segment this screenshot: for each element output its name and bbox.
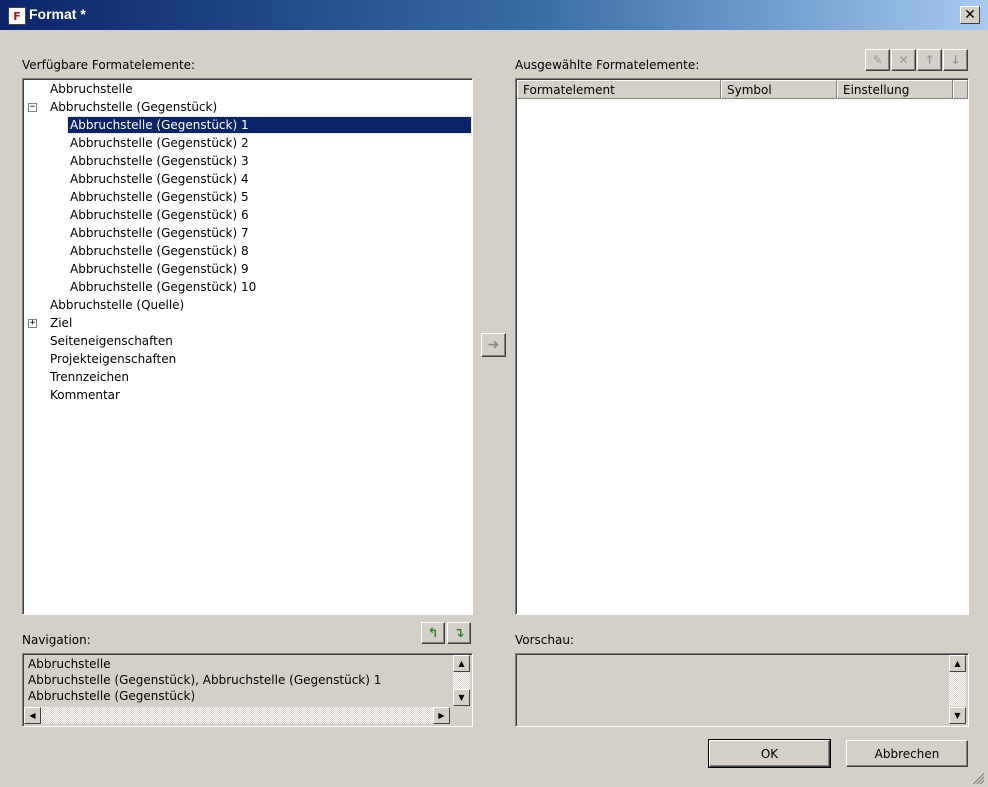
navigation-vscroll-track[interactable] xyxy=(453,672,470,689)
collapse-icon[interactable]: − xyxy=(28,103,37,112)
tree-item[interactable]: Trennzeichen xyxy=(48,369,131,385)
tree-item[interactable]: Abbruchstelle (Gegenstück) 4 xyxy=(68,171,251,187)
scroll-right-button[interactable]: ▶ xyxy=(433,707,450,724)
tree-item[interactable]: Abbruchstelle (Gegenstück) 5 xyxy=(68,189,251,205)
delete-icon: ✕ xyxy=(898,53,909,67)
tree-item[interactable]: Abbruchstelle (Gegenstück) 7 xyxy=(68,225,251,241)
tree-item[interactable]: Ziel xyxy=(48,315,74,331)
window-title: Format * xyxy=(29,6,86,22)
cancel-button[interactable]: Abbrechen xyxy=(846,740,968,767)
selected-elements-list[interactable]: Formatelement Symbol Einstellung xyxy=(515,78,969,615)
arrow-right-icon: ➜ xyxy=(487,337,500,353)
scroll-up-icon: ▲ xyxy=(954,659,961,668)
move-down-icon: ↓ xyxy=(950,53,961,67)
expand-icon[interactable]: + xyxy=(28,319,37,328)
tree-item[interactable]: Abbruchstelle (Gegenstück) 8 xyxy=(68,243,251,259)
navigate-back-button[interactable]: ↰ xyxy=(421,622,445,644)
tree-item[interactable]: Abbruchstelle (Gegenstück) 10 xyxy=(68,279,258,295)
scroll-left-button[interactable]: ◀ xyxy=(24,707,41,724)
move-up-button[interactable]: ↑ xyxy=(917,49,942,71)
navigate-forward-button[interactable]: ↴ xyxy=(447,622,471,644)
tree-item[interactable]: Seiteneigenschaften xyxy=(48,333,175,349)
navigation-box[interactable]: Abbruchstelle Abbruchstelle (Gegenstück)… xyxy=(22,653,473,727)
tree-item[interactable]: Abbruchstelle (Quelle) xyxy=(48,297,186,313)
available-elements-label: Verfügbare Formatelemente: xyxy=(22,58,196,72)
scroll-left-icon: ◀ xyxy=(29,711,36,720)
navigation-hscroll-track[interactable] xyxy=(41,707,433,724)
tree-item[interactable]: Abbruchstelle (Gegenstück) 2 xyxy=(68,135,251,151)
navigate-down-icon: ↴ xyxy=(453,625,465,641)
column-header-formatelement[interactable]: Formatelement xyxy=(517,80,721,99)
tree-item[interactable]: Abbruchstelle (Gegenstück) 9 xyxy=(68,261,251,277)
scroll-up-icon: ▲ xyxy=(458,659,465,668)
column-header-filler xyxy=(953,80,968,99)
column-header-symbol[interactable]: Symbol xyxy=(721,80,837,99)
preview-label: Vorschau: xyxy=(515,633,575,647)
navigation-line: Abbruchstelle xyxy=(28,657,111,671)
title-bar xyxy=(0,0,988,30)
navigation-label: Navigation: xyxy=(22,633,91,647)
selected-elements-label: Ausgewählte Formatelemente: xyxy=(515,58,700,72)
scroll-down-button[interactable]: ▼ xyxy=(453,689,470,706)
move-up-icon: ↑ xyxy=(924,53,935,67)
tree-item[interactable]: Projekteigenschaften xyxy=(48,351,178,367)
tree-item[interactable]: Abbruchstelle (Gegenstück) 6 xyxy=(68,207,251,223)
navigation-line: Abbruchstelle (Gegenstück), Abbruchstell… xyxy=(28,673,382,687)
preview-scroll-down-button[interactable]: ▼ xyxy=(949,707,966,724)
tree-item[interactable]: Abbruchstelle (Gegenstück) 1 xyxy=(67,116,472,134)
tree-item[interactable]: Abbruchstelle (Gegenstück) xyxy=(48,99,219,115)
app-icon: F xyxy=(8,7,26,25)
scroll-down-icon: ▼ xyxy=(954,711,961,720)
ok-button-label: OK xyxy=(760,746,779,761)
close-icon: ✕ xyxy=(964,7,976,23)
preview-box[interactable]: ▲ ▼ xyxy=(515,653,969,727)
resize-grip[interactable] xyxy=(970,770,984,784)
scroll-up-button[interactable]: ▲ xyxy=(453,655,470,672)
ok-button[interactable]: OK xyxy=(708,739,831,768)
tree-item[interactable]: Abbruchstelle (Gegenstück) 3 xyxy=(68,153,251,169)
column-header-einstellung[interactable]: Einstellung xyxy=(837,80,953,99)
cancel-button-label: Abbrechen xyxy=(874,746,940,761)
navigate-up-icon: ↰ xyxy=(427,625,439,641)
available-elements-tree[interactable]: Abbruchstelle − Abbruchstelle (Gegenstück)… xyxy=(22,78,473,615)
close-button[interactable]: ✕ xyxy=(960,6,980,24)
edit-button[interactable]: ✎ xyxy=(865,49,890,71)
delete-button[interactable]: ✕ xyxy=(891,49,916,71)
scroll-right-icon: ▶ xyxy=(438,711,445,720)
tree-item[interactable]: Abbruchstelle xyxy=(48,81,135,97)
navigation-line: Abbruchstelle (Gegenstück) xyxy=(28,689,196,703)
add-element-button[interactable]: ➜ xyxy=(481,333,506,357)
preview-vscroll-track[interactable] xyxy=(949,672,966,706)
scroll-down-icon: ▼ xyxy=(458,693,465,702)
pencil-icon: ✎ xyxy=(872,53,883,67)
tree-item[interactable]: Kommentar xyxy=(48,387,122,403)
move-down-button[interactable]: ↓ xyxy=(943,49,968,71)
preview-scroll-up-button[interactable]: ▲ xyxy=(949,655,966,672)
